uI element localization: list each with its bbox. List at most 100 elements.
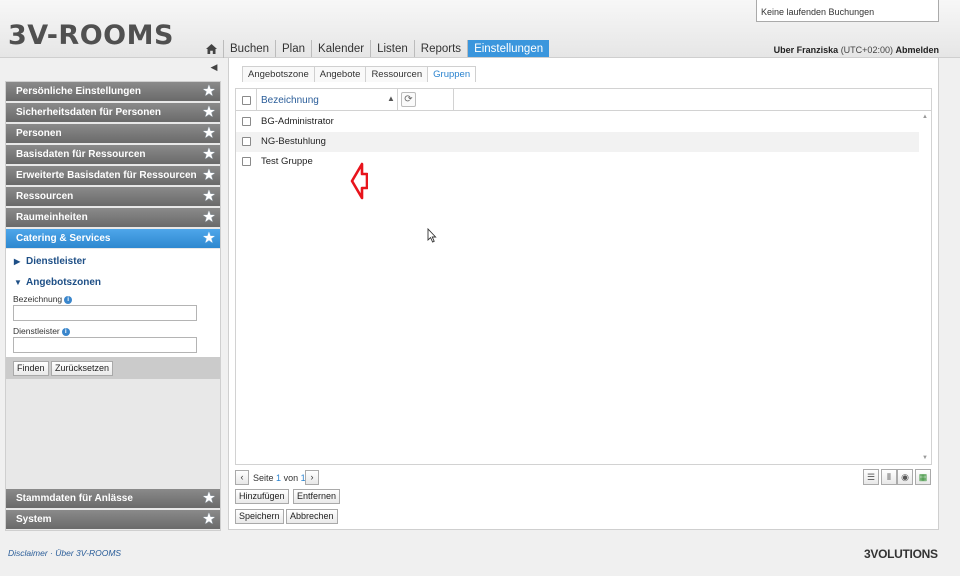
user-area: Uber Franziska (UTC+02:00) Abmelden	[774, 45, 939, 55]
footer-separator: ·	[50, 548, 53, 558]
timezone: (UTC+02:00)	[840, 45, 893, 55]
sidebar-section-label: Persönliche Einstellungen	[16, 86, 142, 97]
app-logo: 3V-ROOMS	[8, 20, 174, 51]
home-icon	[206, 44, 217, 54]
sidebar-section-label: Catering & Services	[16, 233, 111, 244]
add-button[interactable]: Hinzufügen	[235, 489, 289, 504]
table-row[interactable]: Test Gruppe	[236, 152, 919, 172]
nav-einstellungen[interactable]: Einstellungen	[468, 40, 550, 58]
row-label: NG-Bestuhlung	[261, 136, 326, 147]
row-checkbox[interactable]	[242, 137, 251, 146]
star-icon[interactable]: ★	[202, 105, 216, 119]
sidebar-section-security[interactable]: Sicherheitsdaten für Personen ★	[6, 103, 220, 122]
about-link[interactable]: Über 3V-ROOMS	[55, 548, 121, 558]
star-icon[interactable]: ★	[202, 84, 216, 98]
sidebar: Persönliche Einstellungen ★ Sicherheitsda…	[5, 81, 221, 531]
next-page-icon[interactable]: ›	[305, 470, 319, 485]
bezeichnung-input[interactable]	[13, 305, 197, 321]
sidebar-section-label: Stammdaten für Anlässe	[16, 493, 133, 504]
sidebar-section-persons[interactable]: Personen ★	[6, 124, 220, 143]
save-button[interactable]: Speichern	[235, 509, 284, 524]
brand-logo: 3VOLUTIONS	[864, 547, 938, 561]
nav-reports[interactable]: Reports	[415, 40, 469, 58]
tab-ressourcen[interactable]: Ressourcen	[365, 66, 429, 82]
sidebar-section-label: Erweiterte Basisdaten für Ressourcen	[16, 170, 197, 181]
columns-icon[interactable]: ⦀	[881, 469, 897, 485]
star-icon[interactable]: ★	[202, 168, 216, 182]
sidebar-section-label: Personen	[16, 128, 62, 139]
eye-icon[interactable]: ◉	[897, 469, 913, 485]
sidebar-section-system[interactable]: System ★	[6, 510, 220, 529]
sort-asc-icon[interactable]: ▲	[387, 94, 395, 103]
sidebar-section-resource-base[interactable]: Basisdaten für Ressourcen ★	[6, 145, 220, 164]
scroll-up-icon[interactable]: ▲	[922, 114, 928, 120]
user-name: Uber Franziska	[773, 45, 839, 55]
remove-button[interactable]: Entfernen	[293, 489, 341, 504]
star-icon[interactable]: ★	[202, 126, 216, 140]
refresh-icon[interactable]: ⟳	[401, 92, 416, 107]
row-label: BG-Administrator	[261, 116, 334, 127]
sidebar-section-label: System	[16, 514, 52, 525]
row-checkbox[interactable]	[242, 157, 251, 166]
sidebar-section-catering[interactable]: Catering & Services ★	[6, 229, 220, 248]
content-panel: Angebotszone Angebote Ressourcen Gruppen…	[228, 57, 939, 530]
tree-item-label: Angebotszonen	[26, 277, 101, 288]
tree-item-angebotszonen[interactable]: ▼ Angebotszonen	[14, 277, 101, 288]
list-view-icon[interactable]: ☰	[863, 469, 879, 485]
logout-link[interactable]: Abmelden	[895, 45, 939, 55]
nav-plan[interactable]: Plan	[276, 40, 313, 58]
star-icon[interactable]: ★	[202, 147, 216, 161]
nav-home[interactable]	[200, 40, 224, 58]
subtab-bar: Angebotszone Angebote Ressourcen Gruppen	[242, 66, 477, 82]
bezeichnung-label: Bezeichnung i	[13, 294, 73, 304]
current-page: 1	[276, 473, 282, 483]
caret-right-icon: ▶	[14, 257, 21, 266]
annotation-arrow-icon	[350, 162, 368, 200]
main-nav: Buchen Plan Kalender Listen Reports Eins…	[200, 40, 550, 58]
prev-page-icon[interactable]: ‹	[235, 470, 249, 485]
booking-status: Keine laufenden Buchungen	[756, 0, 939, 22]
grid-header: Bezeichnung ▲ ⟳	[236, 89, 931, 111]
nav-listen[interactable]: Listen	[371, 40, 415, 58]
reset-button[interactable]: Zurücksetzen	[51, 361, 114, 376]
sidebar-section-label: Basisdaten für Ressourcen	[16, 149, 146, 160]
tab-gruppen[interactable]: Gruppen	[427, 66, 477, 82]
table-row[interactable]: NG-Bestuhlung	[236, 132, 919, 152]
star-icon[interactable]: ★	[202, 512, 216, 526]
page-indicator: Seite 1 von 1	[253, 473, 306, 483]
tab-angebote[interactable]: Angebote	[313, 66, 367, 82]
star-icon[interactable]: ★	[202, 189, 216, 203]
dienstleister-label: Dienstleister i	[13, 326, 70, 336]
nav-kalender[interactable]: Kalender	[312, 40, 372, 58]
dienstleister-input[interactable]	[13, 337, 197, 353]
tree-item-dienstleister[interactable]: ▶ Dienstleister	[14, 256, 86, 267]
caret-down-icon: ▼	[14, 278, 22, 287]
disclaimer-link[interactable]: Disclaimer	[8, 548, 48, 558]
scroll-down-icon[interactable]: ▼	[922, 455, 928, 461]
star-icon[interactable]: ★	[202, 210, 216, 224]
sidebar-section-room-units[interactable]: Raumeinheiten ★	[6, 208, 220, 227]
table-row[interactable]: BG-Administrator	[236, 112, 919, 132]
cancel-button[interactable]: Abbrechen	[286, 509, 338, 524]
column-header-bezeichnung[interactable]: Bezeichnung	[261, 95, 319, 106]
sidebar-section-personal[interactable]: Persönliche Einstellungen ★	[6, 82, 220, 101]
export-excel-icon[interactable]: ▦	[915, 469, 931, 485]
collapse-sidebar-icon[interactable]: ◀	[209, 62, 219, 74]
find-button[interactable]: Finden	[13, 361, 49, 376]
mouse-cursor-icon	[427, 228, 437, 243]
tab-angebotszone[interactable]: Angebotszone	[242, 66, 315, 82]
sidebar-section-resources[interactable]: Ressourcen ★	[6, 187, 220, 206]
sidebar-section-resource-extended[interactable]: Erweiterte Basisdaten für Ressourcen ★	[6, 166, 220, 185]
star-icon[interactable]: ★	[202, 491, 216, 505]
app-header: 3V-ROOMS Keine laufenden Buchungen Buche…	[0, 0, 960, 58]
info-icon[interactable]: i	[64, 295, 73, 304]
row-checkbox[interactable]	[242, 117, 251, 126]
tree-item-label: Dienstleister	[26, 256, 87, 267]
sidebar-section-label: Raumeinheiten	[16, 212, 88, 223]
select-all-checkbox[interactable]	[242, 96, 251, 105]
info-icon[interactable]: i	[61, 327, 70, 336]
star-icon[interactable]: ★	[202, 231, 216, 245]
sidebar-section-label: Ressourcen	[16, 191, 74, 202]
sidebar-section-event-master[interactable]: Stammdaten für Anlässe ★	[6, 489, 220, 508]
nav-buchen[interactable]: Buchen	[224, 40, 277, 58]
